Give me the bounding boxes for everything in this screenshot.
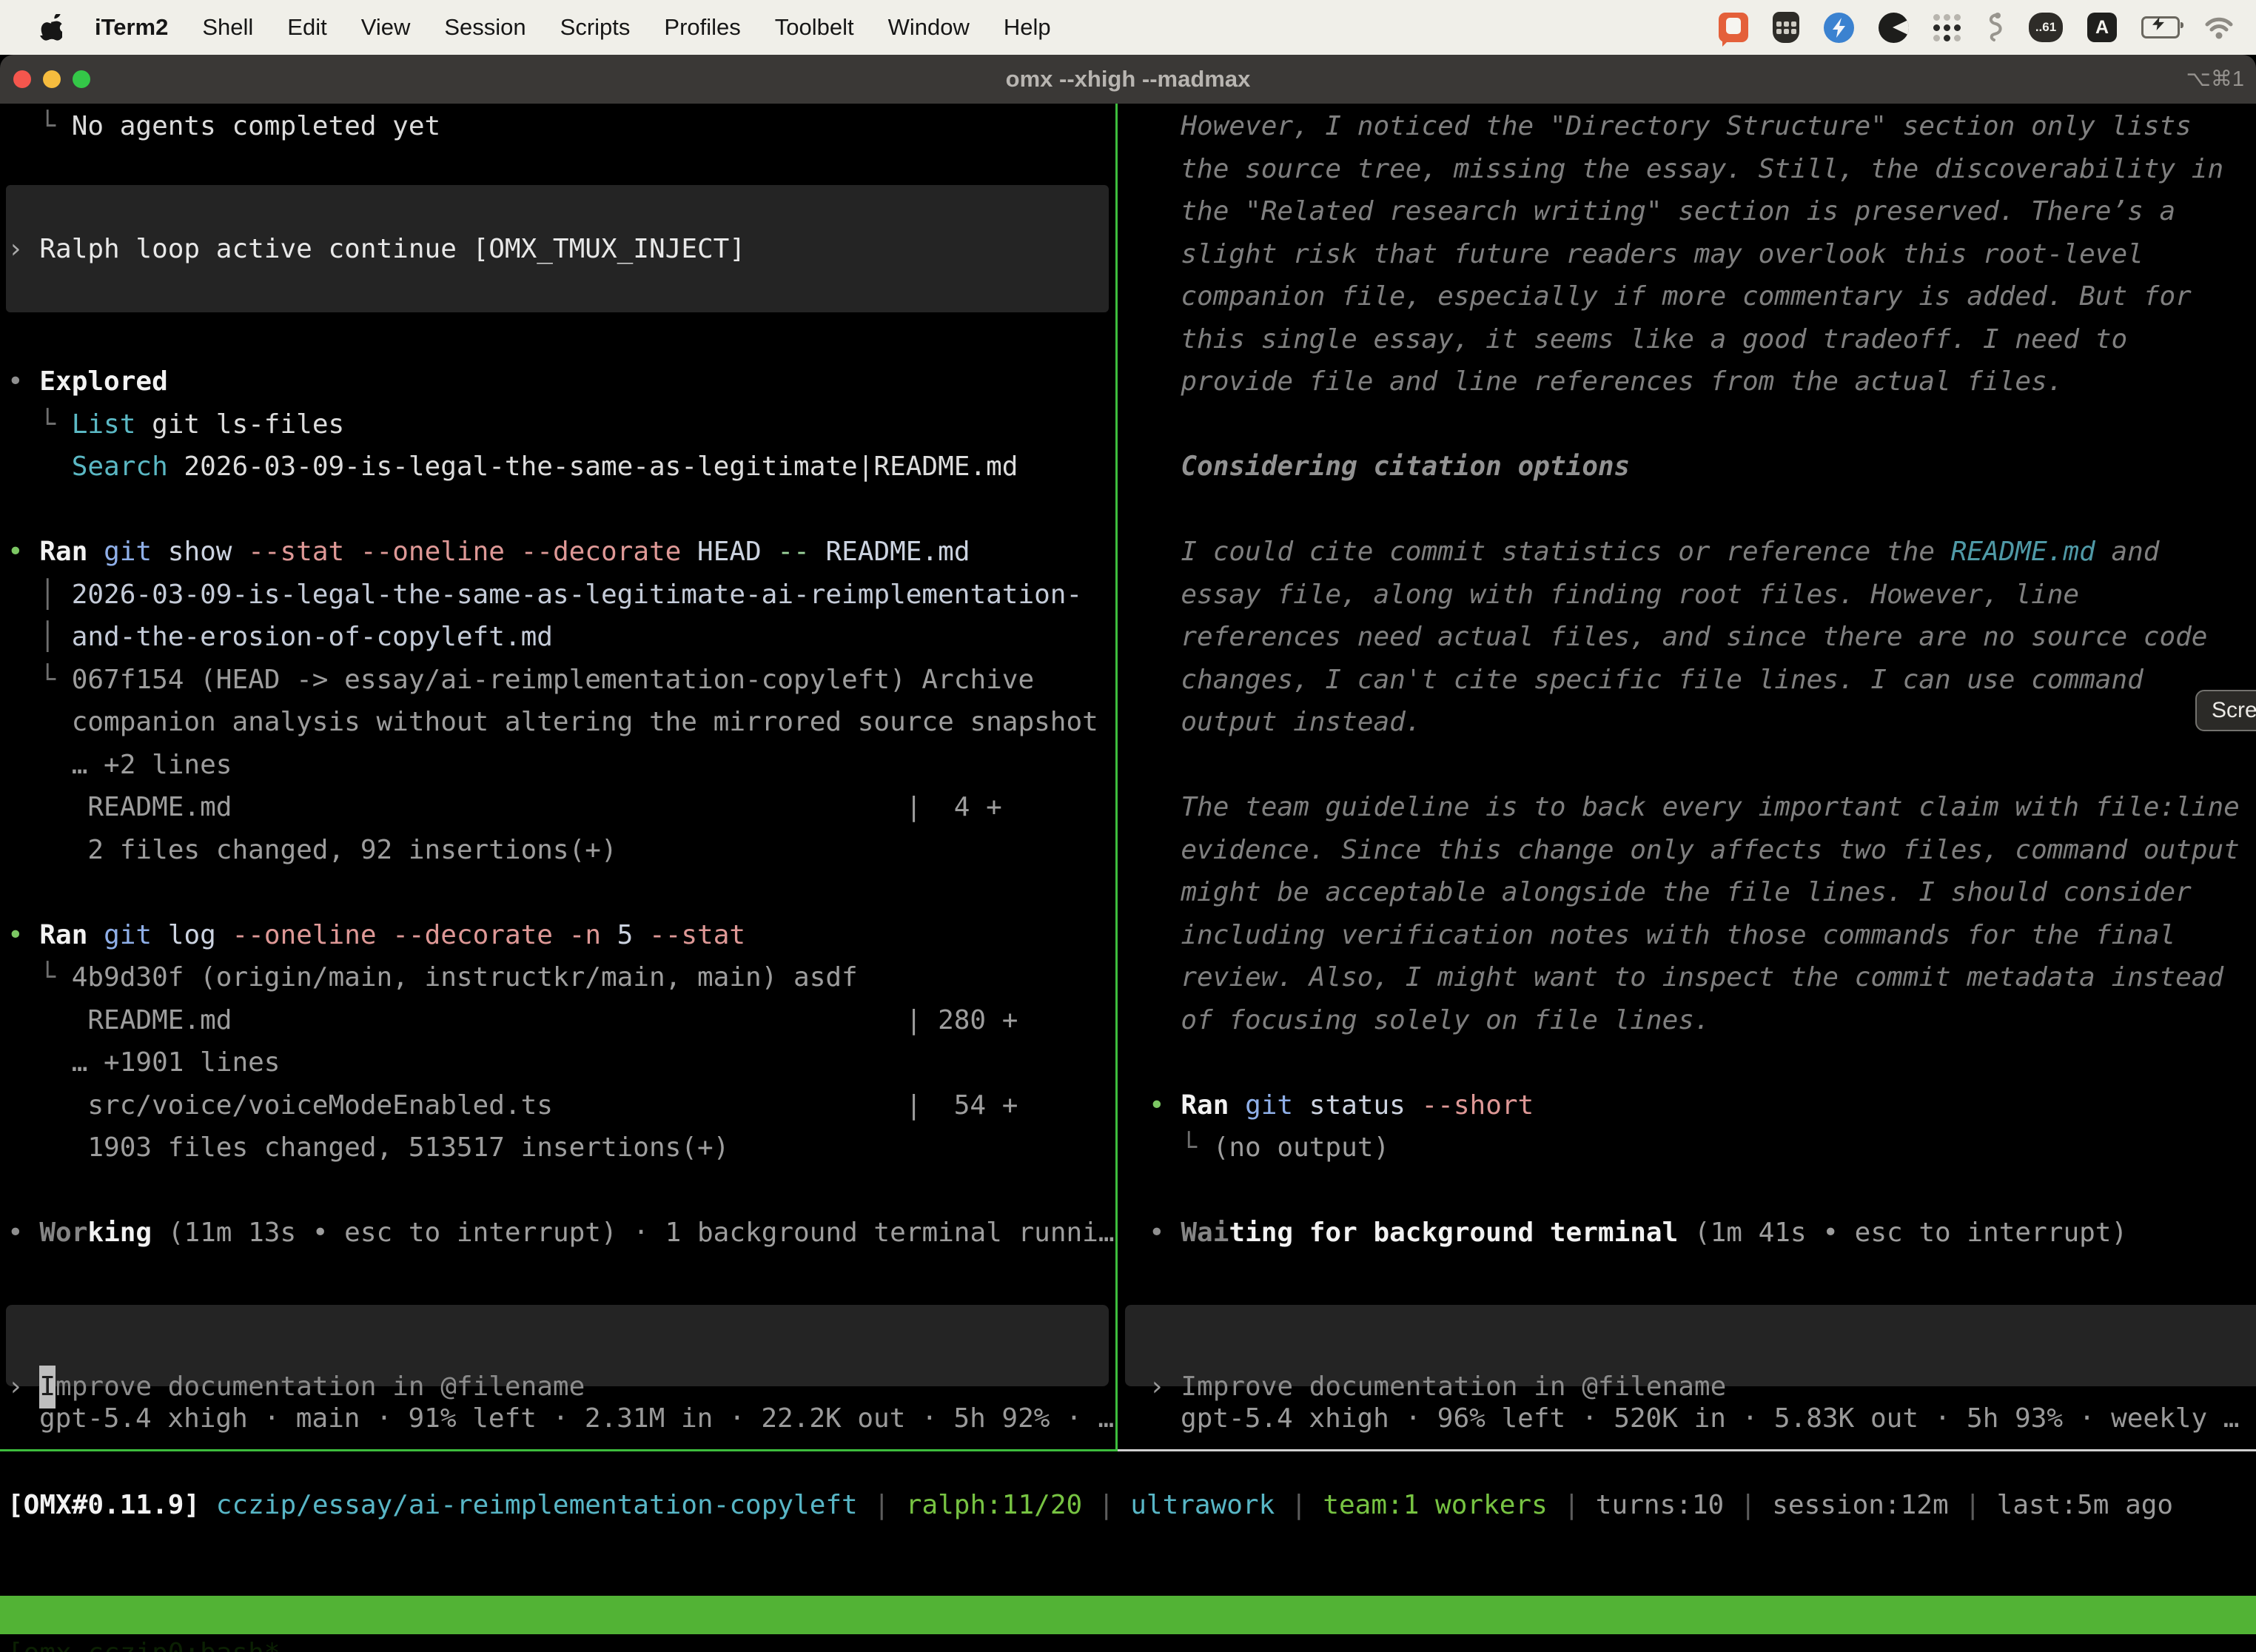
inject-banner-text: Ralph loop active continue [OMX_TMUX_INJ… [39, 234, 745, 264]
meter-badge-label: ..61 [2035, 20, 2056, 35]
menu-app-name[interactable]: iTerm2 [95, 14, 168, 41]
window-shortcut-badge: ⌥⌘1 [2186, 55, 2244, 104]
tmux-status-bar: [omx-cczip0:bash* "MacBook-Pro-44.local"… [0, 1596, 2256, 1634]
window-title: omx --xhigh --madmax [0, 55, 2256, 104]
input-source-label: A [2095, 17, 2109, 38]
left-prompt-input[interactable]: › Improve documentation in @filename [6, 1305, 1109, 1386]
menu-item-session[interactable]: Session [444, 14, 526, 41]
blue-badge-icon[interactable] [1824, 13, 1854, 43]
right-pane-transcript: However, I noticed the "Directory Struct… [1149, 105, 2256, 1255]
right-prompt-input[interactable]: › Improve documentation in @filename [1125, 1305, 2256, 1386]
menu-item-help[interactable]: Help [1004, 14, 1051, 41]
dark-circle-logo-icon[interactable] [1879, 13, 1909, 43]
menu-bar-status-icons: ..61 A [1719, 12, 2256, 43]
squiggle-icon[interactable] [1985, 12, 2004, 43]
inject-prompt-icon: › [7, 234, 39, 264]
screen-notification-text: Scre [2212, 698, 2256, 723]
input-source-icon[interactable]: A [2087, 13, 2117, 42]
meter-badge-icon[interactable]: ..61 [2029, 13, 2063, 42]
menu-bar: iTerm2 Shell Edit View Session Scripts P… [0, 0, 2256, 55]
window-title-bar: omx --xhigh --madmax ⌥⌘1 [0, 55, 2256, 104]
dots-grid-icon[interactable] [1933, 14, 1961, 41]
battery-icon[interactable] [2141, 16, 2180, 38]
menu-item-profiles[interactable]: Profiles [664, 14, 740, 41]
menu-item-edit[interactable]: Edit [287, 14, 326, 41]
tmux-session-label[interactable]: [omx-cczip0:bash* [7, 1634, 280, 1652]
chat-app-icon[interactable] [1719, 13, 1748, 42]
active-pane-border [0, 1449, 1118, 1451]
right-pane-status-line: gpt-5.4 xhigh · 96% left · 520K in · 5.8… [1181, 1397, 2254, 1440]
menu-item-toolbelt[interactable]: Toolbelt [775, 14, 854, 41]
inactive-pane-border [1118, 1449, 2256, 1451]
menu-item-scripts[interactable]: Scripts [560, 14, 631, 41]
desktop-screen: iTerm2 Shell Edit View Session Scripts P… [0, 0, 2256, 1652]
tmux-pane-divider[interactable] [1115, 104, 1118, 1449]
right-input-prompt-icon: › [1149, 1371, 1181, 1402]
vault-grid-icon[interactable] [1773, 12, 1799, 43]
menu-item-shell[interactable]: Shell [202, 14, 253, 41]
apple-menu-icon[interactable] [40, 14, 62, 41]
menu-item-view[interactable]: View [361, 14, 411, 41]
wifi-icon[interactable] [2204, 16, 2234, 39]
left-input-prompt-icon: › [7, 1371, 39, 1402]
ralph-inject-banner: › Ralph loop active continue [OMX_TMUX_I… [6, 185, 1109, 312]
omx-status-line: [OMX#0.11.9] cczip/essay/ai-reimplementa… [7, 1484, 2173, 1527]
screen-notification-popup[interactable]: Scre [2195, 690, 2256, 731]
left-pane-status-line: gpt-5.4 xhigh · main · 91% left · 2.31M … [39, 1397, 1114, 1440]
menu-item-window[interactable]: Window [888, 14, 970, 41]
